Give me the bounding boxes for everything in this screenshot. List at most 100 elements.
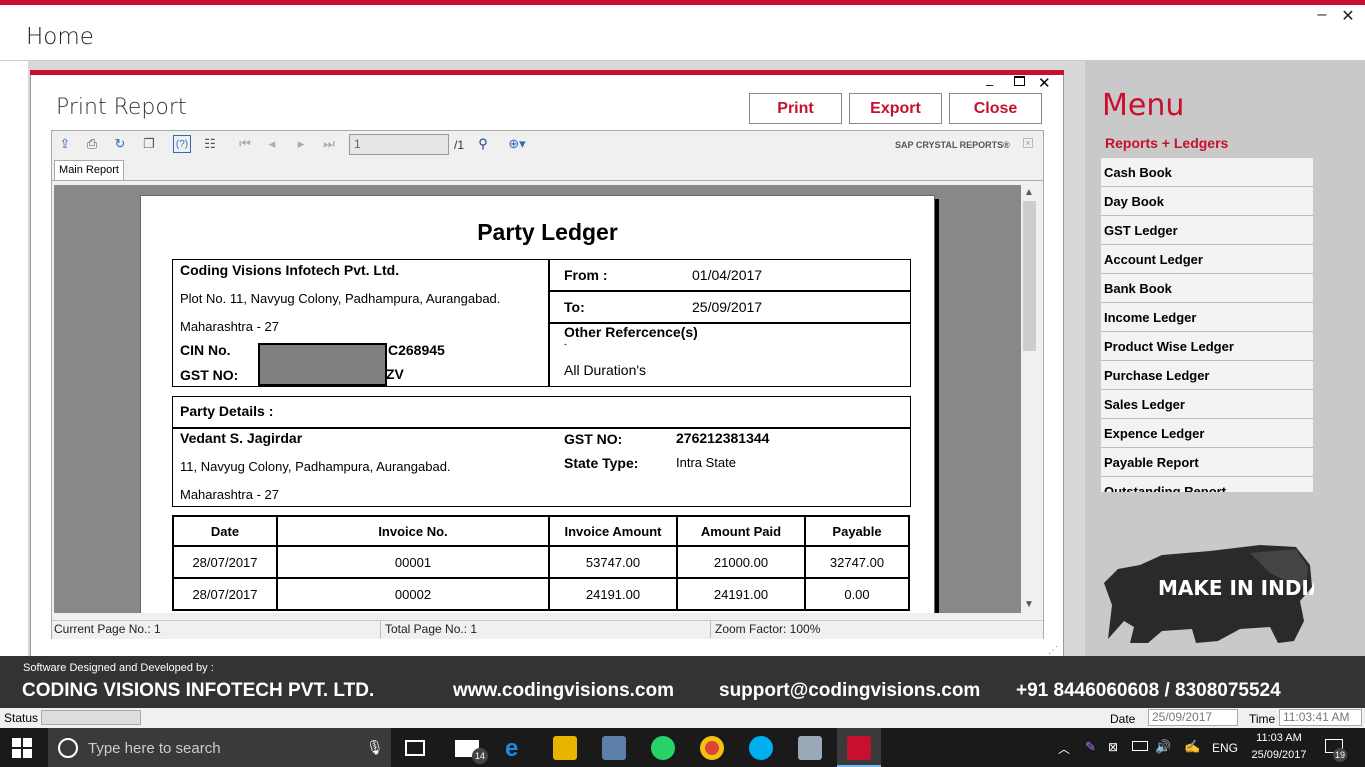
page-number-input[interactable]: 1: [349, 134, 449, 155]
show-hidden-icons[interactable]: ︿: [1058, 740, 1070, 757]
redaction-box: [258, 343, 387, 386]
menu-item-income-ledger[interactable]: Income Ledger: [1101, 303, 1313, 332]
menu-item-sales-ledger[interactable]: Sales Ledger: [1101, 390, 1313, 419]
dialog-close-icon[interactable]: ✕: [1038, 74, 1051, 92]
table-row: 28/07/2017 00002 24191.00 24191.00 0.00: [172, 577, 910, 611]
table-header-row: Date Invoice No. Invoice Amount Amount P…: [172, 515, 910, 547]
menu-item-expence-ledger[interactable]: Expence Ledger: [1101, 419, 1313, 448]
notification-count: 19: [1333, 748, 1347, 762]
next-page-icon[interactable]: ▸: [292, 135, 310, 153]
other-reference-dash: -: [564, 339, 567, 349]
clock-time[interactable]: 11:03 AM: [1251, 732, 1307, 744]
network-icon[interactable]: ⊠: [1108, 740, 1118, 754]
time-field[interactable]: 11:03:41 AM: [1279, 709, 1362, 726]
footer-website: www.codingvisions.com: [453, 680, 674, 701]
period-divider-1: [549, 290, 910, 292]
microphone-icon[interactable]: 🎙: [366, 739, 384, 756]
minimize-button[interactable]: –: [1312, 6, 1332, 24]
scrollbar-thumb[interactable]: [1023, 201, 1036, 351]
edge-browser-icon[interactable]: e: [505, 737, 518, 761]
calculator-icon[interactable]: [602, 736, 626, 760]
dialog-maximize-icon[interactable]: [1014, 76, 1025, 86]
col-date: Date: [172, 515, 278, 547]
zoom-icon[interactable]: ⊕▾: [502, 135, 532, 153]
print-button[interactable]: Print: [749, 93, 842, 124]
scroll-up-icon[interactable]: ▲: [1024, 187, 1034, 198]
date-field[interactable]: 25/09/2017: [1148, 709, 1238, 726]
cin-value: C268945: [388, 342, 445, 358]
state-type-value: Intra State: [676, 455, 736, 470]
total-page-status: Total Page No.: 1: [385, 622, 478, 636]
gst-app-icon[interactable]: [847, 736, 871, 760]
date-label: Date: [1110, 712, 1136, 726]
tab-main-report[interactable]: Main Report: [54, 160, 124, 180]
viewer-status-bar: [52, 620, 1043, 639]
clock-date[interactable]: 25/09/2017: [1251, 749, 1307, 761]
refresh-icon[interactable]: ↻: [111, 135, 129, 153]
task-view-icon[interactable]: [405, 740, 425, 756]
scroll-down-icon[interactable]: ▼: [1024, 599, 1034, 610]
cell-date: 28/07/2017: [172, 577, 278, 611]
party-gst-value: 276212381344: [676, 430, 770, 446]
close-tab-icon[interactable]: ×: [1023, 138, 1033, 148]
menu-item-account-ledger[interactable]: Account Ledger: [1101, 245, 1313, 274]
resize-grip-icon[interactable]: ⋰: [1048, 645, 1058, 656]
copy-icon[interactable]: ❐: [140, 135, 158, 153]
from-label: From :: [564, 267, 608, 283]
menu-item-day-book[interactable]: Day Book: [1101, 187, 1313, 216]
export-icon[interactable]: ⇪: [56, 135, 74, 153]
cell-amount-paid: 24191.00: [676, 577, 806, 611]
cell-invoice-amount: 24191.00: [548, 577, 678, 611]
close-button[interactable]: Close: [949, 93, 1042, 124]
network-app-icon[interactable]: [798, 736, 822, 760]
menu-item-gst-ledger[interactable]: GST Ledger: [1101, 216, 1313, 245]
menu-item-cash-book[interactable]: Cash Book: [1101, 158, 1313, 187]
battery-icon[interactable]: [1132, 741, 1148, 751]
export-button[interactable]: Export: [849, 93, 942, 124]
menu-list: Cash Book Day Book GST Ledger Account Le…: [1101, 158, 1313, 492]
status-progress: [41, 710, 141, 725]
from-value: 01/04/2017: [692, 267, 763, 283]
state-type-label: State Type:: [564, 455, 639, 471]
parameters-icon[interactable]: (?): [173, 135, 191, 153]
other-reference-label: Other Refercence(s): [564, 324, 698, 340]
menu-item-bank-book[interactable]: Bank Book: [1101, 274, 1313, 303]
volume-icon[interactable]: 🔊: [1155, 739, 1171, 755]
last-page-icon[interactable]: ⏭: [320, 135, 338, 153]
pen-icon[interactable]: ✎: [1085, 739, 1096, 755]
party-address-2: Maharashtra - 27: [180, 487, 279, 502]
close-window-button[interactable]: ✕: [1338, 6, 1358, 26]
whatsapp-icon[interactable]: [651, 736, 675, 760]
dialog-minimize-icon[interactable]: –: [986, 77, 993, 92]
dialog-title: Print Report: [56, 95, 187, 120]
skype-icon[interactable]: [749, 736, 773, 760]
first-page-icon[interactable]: ⏮: [236, 135, 254, 153]
cell-invoice-no: 00002: [276, 577, 550, 611]
company-name: Coding Visions Infotech Pvt. Ltd.: [180, 262, 400, 278]
dialog-accent-bar: [30, 70, 1064, 75]
footer-phone: +91 8446060608 / 8308075524: [1016, 680, 1281, 701]
previous-page-icon[interactable]: ◂: [263, 135, 281, 153]
language-indicator[interactable]: ENG: [1212, 741, 1238, 755]
window-title: Home: [26, 24, 94, 50]
invoice-table: Date Invoice No. Invoice Amount Amount P…: [172, 515, 910, 611]
menu-item-outstanding-report[interactable]: Outstanding Report: [1101, 477, 1313, 492]
group-tree-icon[interactable]: ☷: [201, 135, 219, 153]
menu-section-header: Reports + Ledgers: [1105, 135, 1229, 151]
print-icon[interactable]: ⎙: [83, 135, 101, 153]
to-label: To:: [564, 299, 585, 315]
cortana-icon[interactable]: [58, 738, 78, 758]
cell-payable: 0.00: [804, 577, 910, 611]
ink-workspace-icon[interactable]: ✍: [1184, 739, 1200, 755]
find-icon[interactable]: ⚲: [474, 135, 492, 153]
party-header: Party Details :: [180, 403, 274, 419]
file-explorer-icon[interactable]: [553, 736, 577, 760]
footer-email: support@codingvisions.com: [719, 680, 981, 701]
menu-item-payable-report[interactable]: Payable Report: [1101, 448, 1313, 477]
menu-item-purchase-ledger[interactable]: Purchase Ledger: [1101, 361, 1313, 390]
chrome-icon[interactable]: [700, 736, 724, 760]
mail-badge: 14: [472, 748, 488, 764]
windows-start-icon[interactable]: [12, 738, 32, 758]
to-value: 25/09/2017: [692, 299, 763, 315]
menu-item-product-wise-ledger[interactable]: Product Wise Ledger: [1101, 332, 1313, 361]
